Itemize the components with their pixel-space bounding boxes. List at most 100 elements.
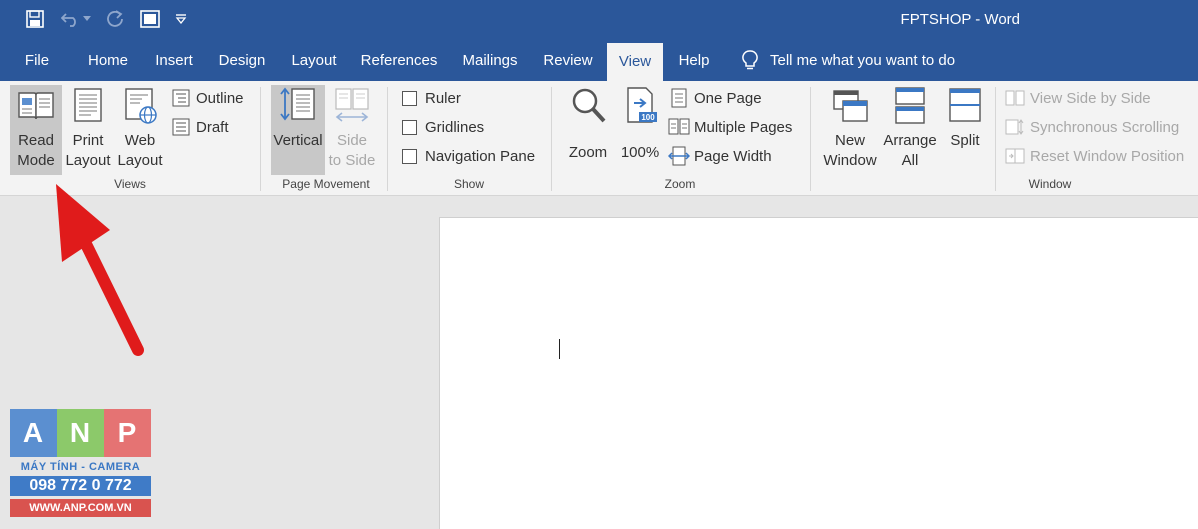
tab-insert[interactable]: Insert (146, 40, 202, 81)
tab-design[interactable]: Design (212, 40, 272, 81)
group-separator (551, 87, 552, 191)
multiple-pages-icon (668, 116, 690, 138)
web-layout-label-2: Layout (117, 152, 163, 169)
print-layout-label-2: Layout (65, 152, 111, 169)
zoom-100-button[interactable]: 100 100% (616, 85, 664, 175)
arrange-all-icon (895, 87, 925, 124)
tab-layout[interactable]: Layout (284, 40, 344, 81)
draft-icon (170, 116, 192, 138)
tab-mailings[interactable]: Mailings (454, 40, 526, 81)
view-side-by-side-icon (1004, 87, 1026, 109)
side-to-side-label-2: to Side (328, 152, 376, 169)
window-title: FPTSHOP - Word (900, 11, 1020, 28)
document-page[interactable] (439, 217, 1198, 529)
multiple-pages-label: Multiple Pages (694, 118, 793, 136)
web-layout-button[interactable]: Web Layout (114, 85, 166, 175)
zoom-group-label: Zoom (664, 177, 696, 191)
navigation-pane-checkbox-box[interactable] (402, 148, 417, 164)
view-side-by-side-label: View Side by Side (1030, 89, 1151, 107)
page-width-icon (668, 145, 690, 167)
ruler-checkbox-box[interactable] (402, 90, 417, 106)
logo-website: WWW.ANP.COM.VN (10, 499, 151, 517)
tell-me-search[interactable]: Tell me what you want to do (770, 40, 970, 81)
anp-watermark-logo: A N P MÁY TÍNH - CAMERA 098 772 0 772 WW… (10, 409, 151, 517)
web-layout-label-1: Web (124, 132, 156, 149)
new-window-label-1: New (834, 132, 865, 149)
split-icon (949, 88, 981, 122)
new-window-button[interactable]: New Window (820, 85, 880, 175)
synchronous-scrolling-label: Synchronous Scrolling (1030, 118, 1180, 136)
synchronous-scrolling-button[interactable]: Synchronous Scrolling (1004, 115, 1179, 139)
vertical-icon (280, 87, 315, 121)
outline-label: Outline (196, 89, 244, 107)
group-separator (995, 87, 996, 191)
side-to-side-button[interactable]: Side to Side (327, 85, 377, 175)
logo-phone: 098 772 0 772 (10, 476, 151, 496)
reset-window-position-label: Reset Window Position (1030, 147, 1185, 165)
new-window-label-2: Window (823, 152, 877, 169)
web-layout-icon (125, 88, 157, 124)
vertical-button[interactable]: Vertical (271, 85, 325, 175)
tab-file[interactable]: File (14, 40, 60, 81)
read-mode-label-2: Mode (17, 152, 55, 169)
page-movement-group-label: Page Movement (282, 177, 370, 191)
read-mode-icon (18, 92, 54, 120)
tab-home[interactable]: Home (80, 40, 136, 81)
magnifier-icon (572, 88, 606, 123)
side-to-side-icon (335, 88, 369, 122)
multiple-pages-button[interactable]: Multiple Pages (668, 115, 792, 139)
zoom-button[interactable]: Zoom (562, 85, 614, 175)
logo-letter-blocks: A N P (10, 409, 151, 457)
title-bar: FPTSHOP - Word (0, 0, 1198, 40)
arrange-all-label-1: Arrange (883, 132, 937, 149)
zoom-100-icon: 100 (627, 87, 657, 123)
svg-text:100: 100 (641, 113, 655, 122)
read-mode-label-1: Read (18, 132, 54, 149)
ruler-checkbox[interactable]: Ruler (402, 86, 461, 110)
logo-letter-n: N (57, 409, 104, 457)
lightbulb-icon (738, 40, 762, 81)
one-page-icon (668, 87, 690, 109)
group-separator (387, 87, 388, 191)
show-group-label: Show (453, 177, 485, 191)
page-width-button[interactable]: Page Width (668, 144, 772, 168)
one-page-label: One Page (694, 89, 762, 107)
reset-window-position-button[interactable]: Reset Window Position (1004, 144, 1184, 168)
window-group-label: Window (1028, 177, 1072, 191)
navigation-pane-checkbox[interactable]: Navigation Pane (402, 144, 535, 168)
split-label: Split (950, 132, 980, 149)
arrange-all-label-2: All (901, 152, 919, 169)
gridlines-label: Gridlines (425, 118, 485, 136)
reset-window-position-icon (1004, 145, 1026, 167)
outline-button[interactable]: Outline (170, 86, 244, 110)
tab-review[interactable]: Review (536, 40, 600, 81)
split-button[interactable]: Split (942, 85, 988, 175)
logo-letter-p: P (104, 409, 151, 457)
gridlines-checkbox-box[interactable] (402, 119, 417, 135)
vertical-label: Vertical (273, 132, 323, 149)
group-separator (810, 87, 811, 191)
text-cursor (559, 339, 560, 359)
zoom-100-label: 100% (620, 144, 660, 161)
gridlines-checkbox[interactable]: Gridlines (402, 115, 484, 139)
logo-letter-a: A (10, 409, 57, 457)
read-mode-button[interactable]: Read Mode (10, 85, 62, 175)
draft-label: Draft (196, 118, 229, 136)
arrange-all-button[interactable]: Arrange All (880, 85, 940, 175)
ribbon-view: Read Mode Print Layout Web Layout Outlin… (0, 81, 1198, 196)
group-separator (260, 87, 261, 191)
print-layout-button[interactable]: Print Layout (64, 85, 112, 175)
outline-icon (170, 87, 192, 109)
tab-help[interactable]: Help (670, 40, 718, 81)
view-side-by-side-button[interactable]: View Side by Side (1004, 86, 1151, 110)
ribbon-tabs: File Home Insert Design Layout Reference… (0, 40, 1198, 81)
tab-view[interactable]: View (607, 43, 663, 81)
side-to-side-label-1: Side (336, 132, 368, 149)
synchronous-scrolling-icon (1004, 116, 1026, 138)
zoom-label: Zoom (568, 144, 608, 161)
one-page-button[interactable]: One Page (668, 86, 762, 110)
navigation-pane-label: Navigation Pane (425, 147, 536, 165)
draft-button[interactable]: Draft (170, 115, 229, 139)
tab-references[interactable]: References (354, 40, 444, 81)
logo-subtitle: MÁY TÍNH - CAMERA (20, 461, 141, 473)
